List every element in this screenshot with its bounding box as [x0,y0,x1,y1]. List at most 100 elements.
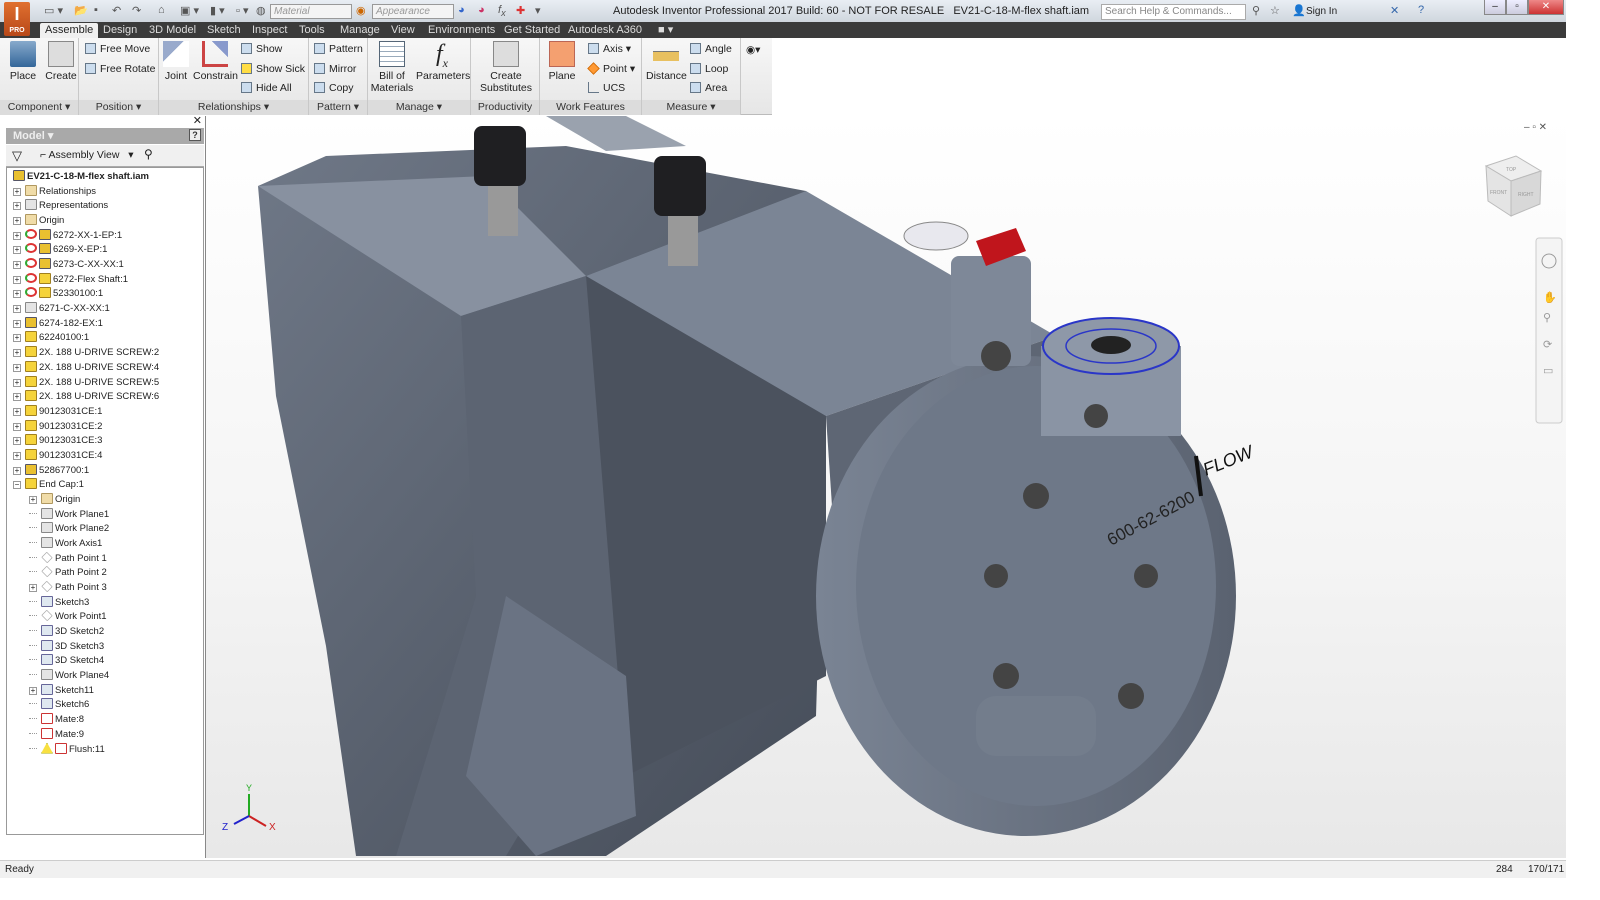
distance-button[interactable]: Distance [646,41,687,82]
binoculars-icon[interactable]: ⚲ [1252,4,1260,18]
assembly-model[interactable]: 600-62-6200 FLOW Y X Z TOP FRONT RIGHT ✋… [206,116,1566,858]
save-icon[interactable]: ▪ [94,4,98,18]
tree-node[interactable]: +6273-C-XX-XX:1 [13,258,124,273]
joint-button[interactable]: Joint [161,41,191,82]
expand-icon[interactable]: + [13,451,21,460]
filter-icon[interactable]: ▽ [12,148,22,164]
create-substitutes-button[interactable]: Create Substitutes [475,41,537,94]
tree-node[interactable]: +2X. 188 U-DRIVE SCREW:6 [13,390,159,405]
tree-node[interactable]: Work Point1 [29,610,107,625]
point-button[interactable]: Point ▾ [587,61,635,77]
show-sick-button[interactable]: Show Sick [241,61,305,77]
redo-icon[interactable]: ↷ [132,4,141,18]
browser-help-icon[interactable]: ? [189,129,201,141]
expand-icon[interactable]: + [29,495,37,504]
tab-environments[interactable]: Environments [423,23,500,38]
constrain-button[interactable]: Constrain [193,41,238,82]
assembly-view-dropdown[interactable]: ⌐ Assembly View ▾ [40,149,134,161]
expand-icon[interactable]: + [13,261,21,270]
tab-tools[interactable]: Tools [294,23,330,38]
tree-node[interactable]: +90123031CE:1 [13,404,102,420]
tree-node[interactable]: Work Axis1 [29,537,102,552]
tab-get-started[interactable]: Get Started [499,23,565,38]
parameters-button[interactable]: fx Parameters [416,41,470,82]
tree-node[interactable]: +2X. 188 U-DRIVE SCREW:5 [13,375,159,391]
help-icon[interactable]: ? [1418,4,1424,18]
expand-icon[interactable]: + [29,584,37,593]
expand-icon[interactable]: + [13,393,21,402]
plane-button[interactable]: Plane [546,41,578,82]
new-icon[interactable]: ▭ ▾ [44,4,63,18]
expand-icon[interactable]: + [13,217,21,226]
appearance-dropdown[interactable]: Appearance [372,4,454,19]
tree-node[interactable]: +6269-X-EP:1 [13,243,107,258]
open-icon[interactable]: 📂 [74,4,88,18]
minimize-button[interactable]: – [1484,0,1506,15]
tree-node[interactable]: + Sketch11 [29,683,94,699]
tree-node[interactable]: EV21-C-18-M-flex shaft.iam [13,170,149,185]
customize-icon[interactable]: ▾ [535,4,541,18]
mirror-button[interactable]: Mirror [314,61,356,77]
position-panel-title[interactable]: Position ▾ [79,100,158,115]
loop-button[interactable]: Loop [690,61,728,77]
expand-icon[interactable]: + [13,187,21,196]
area-button[interactable]: Area [690,80,727,96]
select-icon[interactable]: ▮ ▾ [210,4,225,18]
expand-icon[interactable]: + [13,378,21,387]
tree-node[interactable]: +90123031CE:3 [13,434,102,449]
expand-icon[interactable]: + [13,437,21,446]
hide-all-button[interactable]: Hide All [241,80,292,96]
tree-node[interactable]: Sketch6 [29,698,89,713]
tree-node[interactable]: + Origin [29,492,80,508]
place-button[interactable]: Place [6,41,40,82]
model-browser-header[interactable]: Model ▾? [6,128,204,144]
material-dropdown[interactable]: Material [270,4,352,19]
tab-manage[interactable]: Manage [335,23,385,38]
expand-icon[interactable]: + [13,407,21,416]
tree-node[interactable]: Work Plane1 [29,507,109,523]
tree-node[interactable]: Sketch3 [29,595,89,611]
view-cube[interactable]: TOP FRONT RIGHT [1484,155,1543,217]
axis-button[interactable]: Axis ▾ [588,41,631,57]
navigation-bar[interactable]: ✋ ⚲ ⟳ ▭ [1535,237,1563,424]
component-panel-title[interactable]: Component ▾ [0,100,78,115]
tree-node[interactable]: Mate:8 [29,713,84,728]
expand-icon[interactable]: + [13,466,21,475]
viewcube-top[interactable]: TOP [1506,167,1517,173]
tree-node[interactable]: Work Plane4 [29,669,109,684]
find-binoculars-icon[interactable]: ⚲ [144,147,153,161]
expand-icon[interactable]: + [13,231,21,240]
expand-icon[interactable]: + [13,422,21,431]
browser-close-icon[interactable]: ✕ [193,114,202,127]
tab-autodesk-a360[interactable]: Autodesk A360 [563,23,647,38]
color-icon[interactable]: ◍ [256,4,266,18]
tree-node[interactable]: +90123031CE:4 [13,448,102,464]
tab-view[interactable]: View [386,23,420,38]
tree-node[interactable]: 3D Sketch3 [29,639,104,655]
tree-node[interactable]: Path Point 2 [29,566,107,581]
expand-icon[interactable]: + [13,290,21,299]
expand-icon[interactable]: + [13,202,21,211]
viewcube-right[interactable]: RIGHT [1518,192,1534,198]
tree-node[interactable]: Path Point 1 [29,551,107,567]
expand-icon[interactable]: + [13,334,21,343]
tree-node[interactable]: 3D Sketch4 [29,654,104,669]
tree-node[interactable]: +6272-XX-1-EP:1 [13,228,122,244]
ucs-button[interactable]: UCS [588,80,625,96]
tree-node[interactable]: +52867700:1 [13,463,89,479]
free-move-button[interactable]: Free Move [85,41,150,57]
tab-design[interactable]: Design [98,23,142,38]
tab-assemble[interactable]: Assemble [40,23,99,38]
tree-node[interactable]: Work Plane2 [29,522,109,537]
free-rotate-button[interactable]: Free Rotate [85,61,155,77]
exchange-icon[interactable]: ✕ [1390,4,1399,18]
tree-node[interactable]: + Origin [13,214,64,229]
show-button[interactable]: Show [241,41,282,57]
angle-button[interactable]: Angle [690,41,732,57]
search-help-input[interactable]: Search Help & Commands... [1101,4,1246,20]
close-button[interactable]: ✕ [1528,0,1564,15]
update-icon[interactable]: ▣ ▾ [180,4,199,18]
measure-icon[interactable]: ✚ [516,4,525,18]
expand-icon[interactable]: + [29,686,37,695]
tree-node[interactable]: + Relationships [13,184,96,200]
